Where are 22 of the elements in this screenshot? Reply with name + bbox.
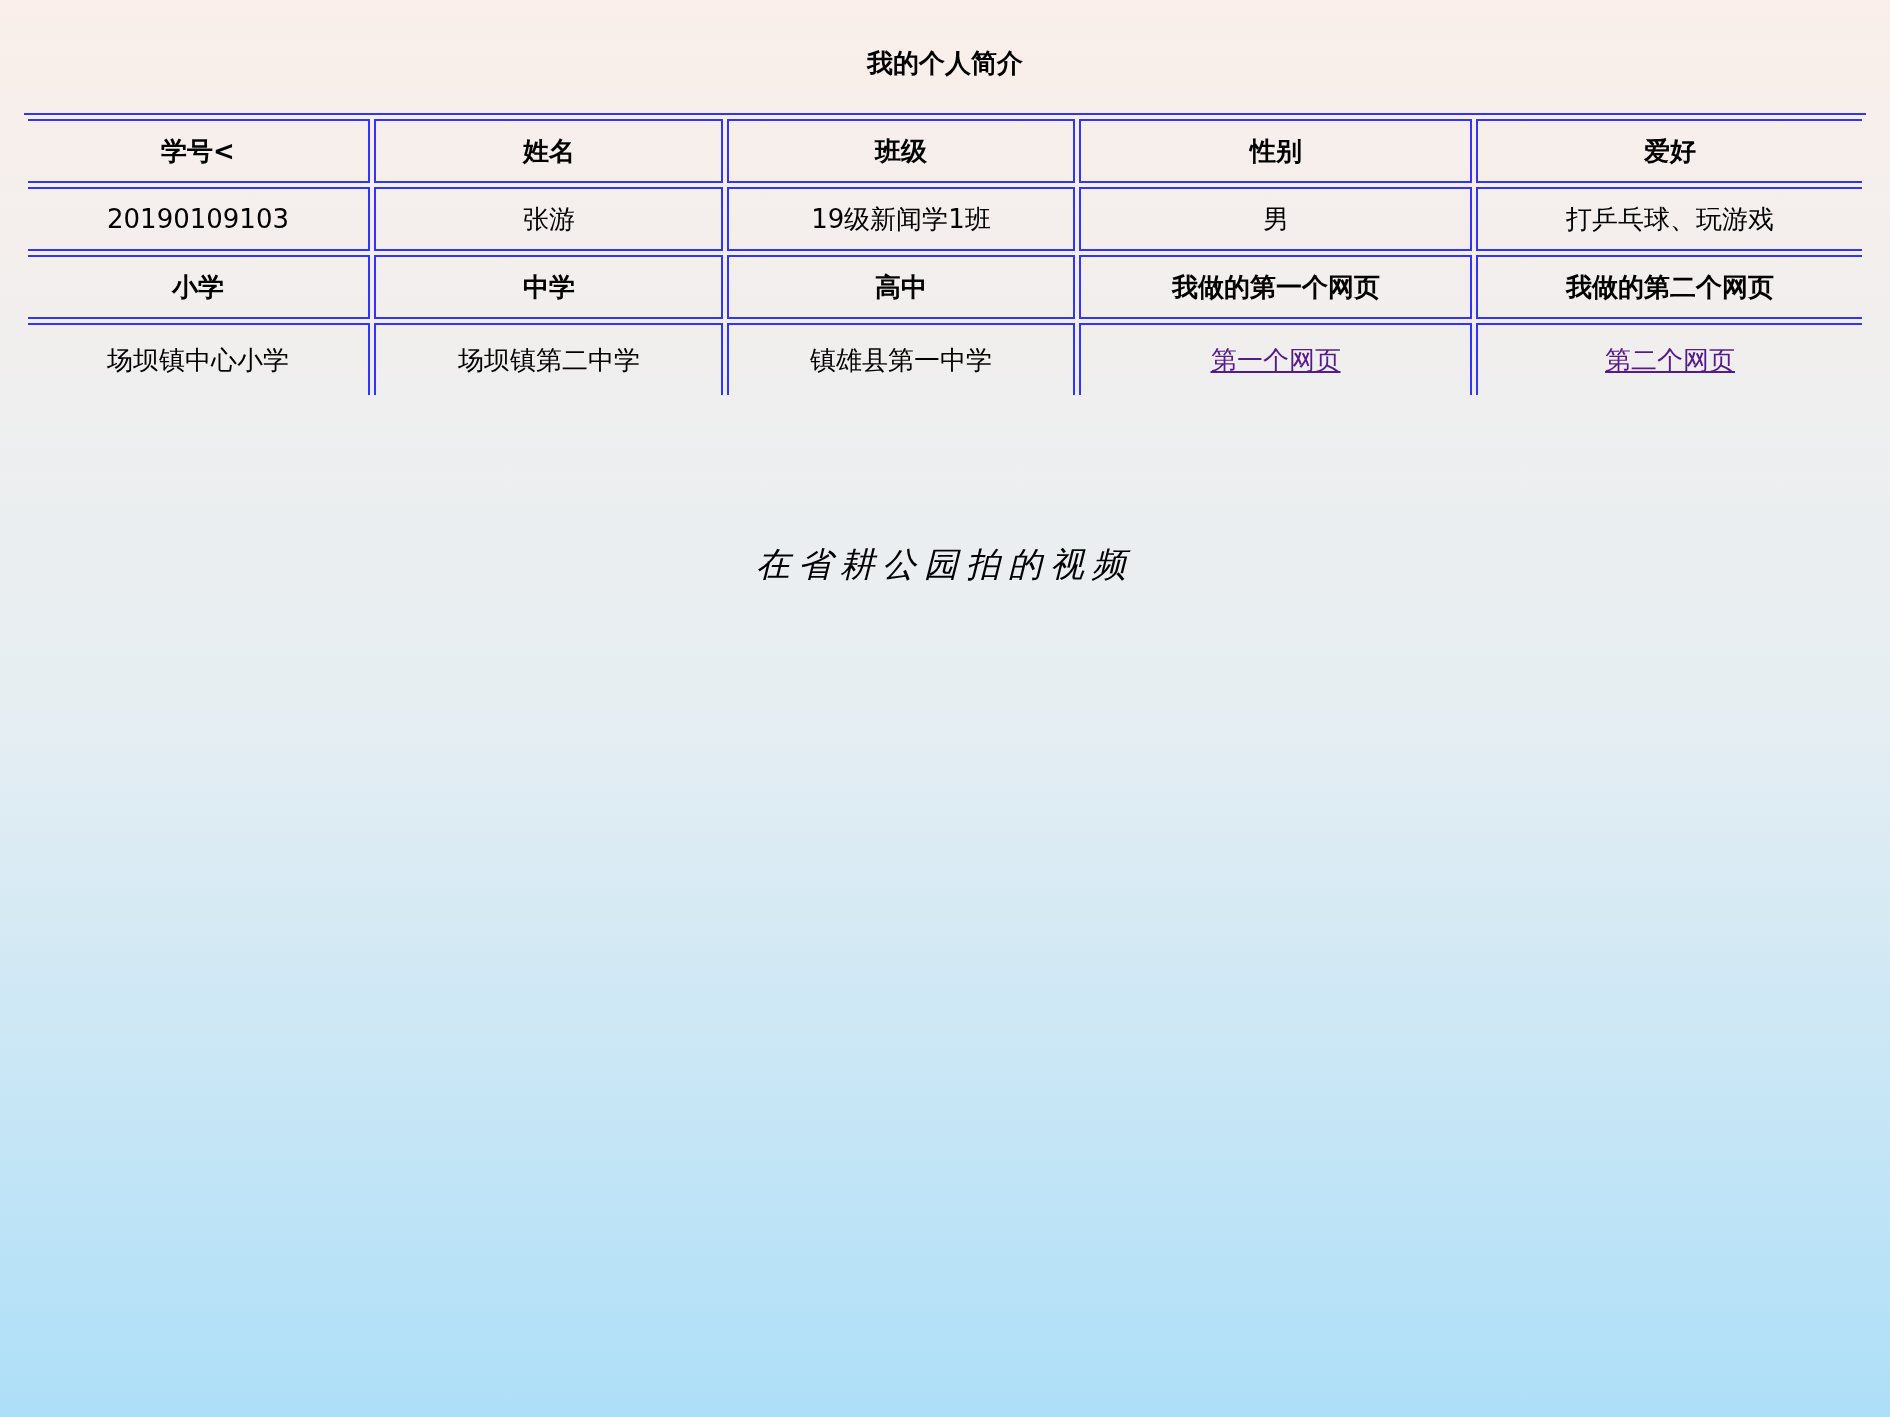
- video-caption: 在省耕公园拍的视频: [756, 543, 1134, 586]
- page-link[interactable]: 第一个网页: [1210, 344, 1341, 375]
- table-cell: 场坝镇第二中学: [457, 344, 640, 375]
- table-cell: 打乒乓球、玩游戏: [1566, 203, 1774, 234]
- table-cell: 20190109103: [107, 203, 289, 234]
- page-link[interactable]: 第二个网页: [1605, 344, 1735, 375]
- table-cell: 张游: [522, 203, 575, 234]
- page-title: 我的个人简介: [867, 47, 1023, 80]
- column-header: 爱好: [1644, 135, 1696, 166]
- column-header: 姓名: [522, 135, 575, 166]
- column-header: 中学: [522, 271, 575, 302]
- column-header: 小学: [172, 271, 224, 302]
- table-cell: 19级新闻学1班: [811, 203, 991, 234]
- column-header: 高中: [875, 271, 927, 302]
- table-cell: 镇雄县第一中学: [810, 344, 992, 375]
- table-cell: 场坝镇中心小学: [107, 344, 289, 375]
- column-header: 班级: [875, 135, 927, 166]
- column-header: 性别: [1249, 135, 1302, 166]
- column-header: 我做的第一个网页: [1171, 271, 1380, 302]
- table-cell: 男: [1262, 203, 1289, 234]
- column-header: 我做的第二个网页: [1566, 271, 1774, 302]
- column-header: 学号<: [161, 135, 235, 166]
